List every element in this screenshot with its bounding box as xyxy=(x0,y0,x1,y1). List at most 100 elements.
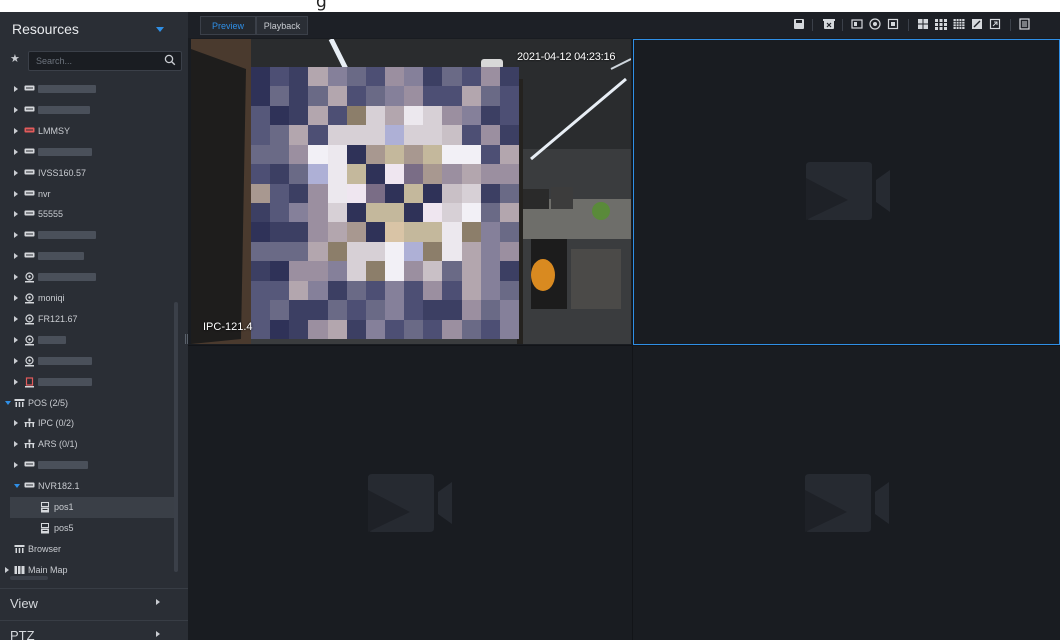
org-icon xyxy=(24,418,35,430)
tree-item[interactable]: FR121.67 xyxy=(0,309,174,330)
mosaic-tile xyxy=(404,280,424,301)
tree-item[interactable] xyxy=(0,225,174,246)
expand-right-icon[interactable] xyxy=(14,295,18,301)
video-cell-2[interactable] xyxy=(633,39,1060,345)
tree-scrollbar[interactable] xyxy=(174,302,178,572)
mosaic-tile xyxy=(404,105,424,126)
tree-item[interactable]: ARS (0/1) xyxy=(0,434,174,455)
expand-right-icon[interactable] xyxy=(14,232,18,239)
stream-icon[interactable] xyxy=(850,17,864,31)
caption-text: g xyxy=(316,0,327,12)
expand-down-icon[interactable] xyxy=(14,484,20,489)
layout-4-icon[interactable] xyxy=(916,17,930,31)
device-icon xyxy=(24,230,35,240)
tree-item[interactable] xyxy=(0,351,174,372)
tree-item[interactable]: IPC (0/2) xyxy=(0,413,174,434)
mosaic-tile xyxy=(404,164,424,184)
mosaic-tile xyxy=(308,241,328,262)
expand-right-icon[interactable] xyxy=(14,211,18,218)
accordion-view[interactable]: View xyxy=(0,588,188,616)
accordion-ptz[interactable]: PTZ xyxy=(0,620,188,640)
expand-right-icon[interactable] xyxy=(14,169,18,176)
expand-right-icon[interactable] xyxy=(14,127,18,134)
tab-preview[interactable]: Preview xyxy=(200,16,256,35)
tree-item[interactable]: POS (2/5) xyxy=(0,393,174,414)
tree-item[interactable]: pos1 xyxy=(10,497,174,518)
mosaic-tile xyxy=(480,280,500,301)
expand-right-icon[interactable] xyxy=(14,253,18,260)
toolbar-separator xyxy=(812,19,813,31)
expand-right-icon[interactable] xyxy=(14,148,18,155)
mosaic-tile xyxy=(384,241,405,262)
tree-item[interactable]: pos5 xyxy=(0,518,174,539)
tree-item[interactable] xyxy=(0,79,174,100)
mosaic-tile xyxy=(327,144,347,165)
tree-item[interactable] xyxy=(0,372,174,393)
device-icon xyxy=(24,147,35,157)
tree-item[interactable] xyxy=(0,246,174,267)
video-cell-4[interactable] xyxy=(633,346,1060,640)
tree-item[interactable] xyxy=(0,100,174,121)
tree-item[interactable]: 55555 xyxy=(0,204,174,225)
save-icon[interactable] xyxy=(792,17,806,31)
expand-down-icon[interactable] xyxy=(5,400,11,405)
mosaic-tile xyxy=(423,183,443,203)
toolbar-separator xyxy=(908,19,909,31)
layout-16-icon[interactable] xyxy=(952,17,966,31)
expand-right-icon[interactable] xyxy=(14,315,18,322)
main-area: Preview Playback 2021-04-12 04:23:16 IPC… xyxy=(188,12,1060,640)
menu-icon[interactable] xyxy=(1018,17,1032,31)
expand-right-icon[interactable] xyxy=(14,86,18,92)
tree-horizontal-scrollbar[interactable] xyxy=(10,576,48,580)
mosaic-tile xyxy=(365,203,385,223)
redacted-label xyxy=(38,147,92,156)
tree-item[interactable] xyxy=(0,142,174,163)
tree-item[interactable]: Browser xyxy=(0,539,174,560)
tab-playback[interactable]: Playback xyxy=(256,16,308,35)
redacted-label xyxy=(38,273,96,282)
tree-item[interactable]: LMMSY xyxy=(0,121,174,142)
favorite-star-icon[interactable]: ★ xyxy=(10,52,20,65)
mosaic-tile xyxy=(308,183,328,203)
chevron-down-icon[interactable] xyxy=(156,27,164,32)
video-cell-3[interactable] xyxy=(188,346,632,640)
mosaic-tile xyxy=(270,183,290,203)
mosaic-tile xyxy=(327,105,347,126)
expand-right-icon[interactable] xyxy=(14,106,18,113)
search-input[interactable]: Search... xyxy=(28,51,182,71)
tree-item[interactable] xyxy=(0,330,174,351)
tree-item[interactable]: moniqi xyxy=(0,288,174,309)
record-icon[interactable] xyxy=(868,17,882,31)
mosaic-tile xyxy=(346,280,366,301)
search-icon[interactable] xyxy=(164,54,176,66)
mosaic-tile xyxy=(365,241,385,262)
expand-right-icon[interactable] xyxy=(14,378,18,385)
resources-header[interactable]: Resources xyxy=(0,12,188,46)
mosaic-tile xyxy=(480,144,500,165)
expand-right-icon[interactable] xyxy=(5,566,9,573)
video-cell-1[interactable]: 2021-04-12 04:23:16 IPC-121.4 xyxy=(188,39,632,345)
fullscreen-icon[interactable] xyxy=(988,17,1002,31)
expand-right-icon[interactable] xyxy=(14,336,18,343)
expand-right-icon[interactable] xyxy=(14,441,18,448)
tree-item[interactable] xyxy=(0,455,174,476)
mosaic-tile xyxy=(308,222,328,242)
mosaic-tile xyxy=(327,300,347,320)
tree-item[interactable]: NVR182.1 xyxy=(0,476,174,497)
camera-icon xyxy=(24,314,35,327)
delete-icon[interactable] xyxy=(822,17,836,31)
layout-9-icon[interactable] xyxy=(934,17,948,31)
tree-item[interactable] xyxy=(0,267,174,288)
tree-item[interactable]: nvr xyxy=(0,184,174,205)
mosaic-tile xyxy=(480,241,500,262)
custom-layout-icon[interactable] xyxy=(970,17,984,31)
accordion-view-label: View xyxy=(10,596,38,611)
tree-item[interactable]: IVSS160.57 xyxy=(0,163,174,184)
mosaic-tile xyxy=(365,319,385,339)
expand-right-icon[interactable] xyxy=(14,274,18,281)
fullwindow-icon[interactable] xyxy=(886,17,900,31)
expand-right-icon[interactable] xyxy=(14,357,18,364)
expand-right-icon[interactable] xyxy=(14,420,18,427)
expand-right-icon[interactable] xyxy=(14,190,18,197)
expand-right-icon[interactable] xyxy=(14,462,18,469)
